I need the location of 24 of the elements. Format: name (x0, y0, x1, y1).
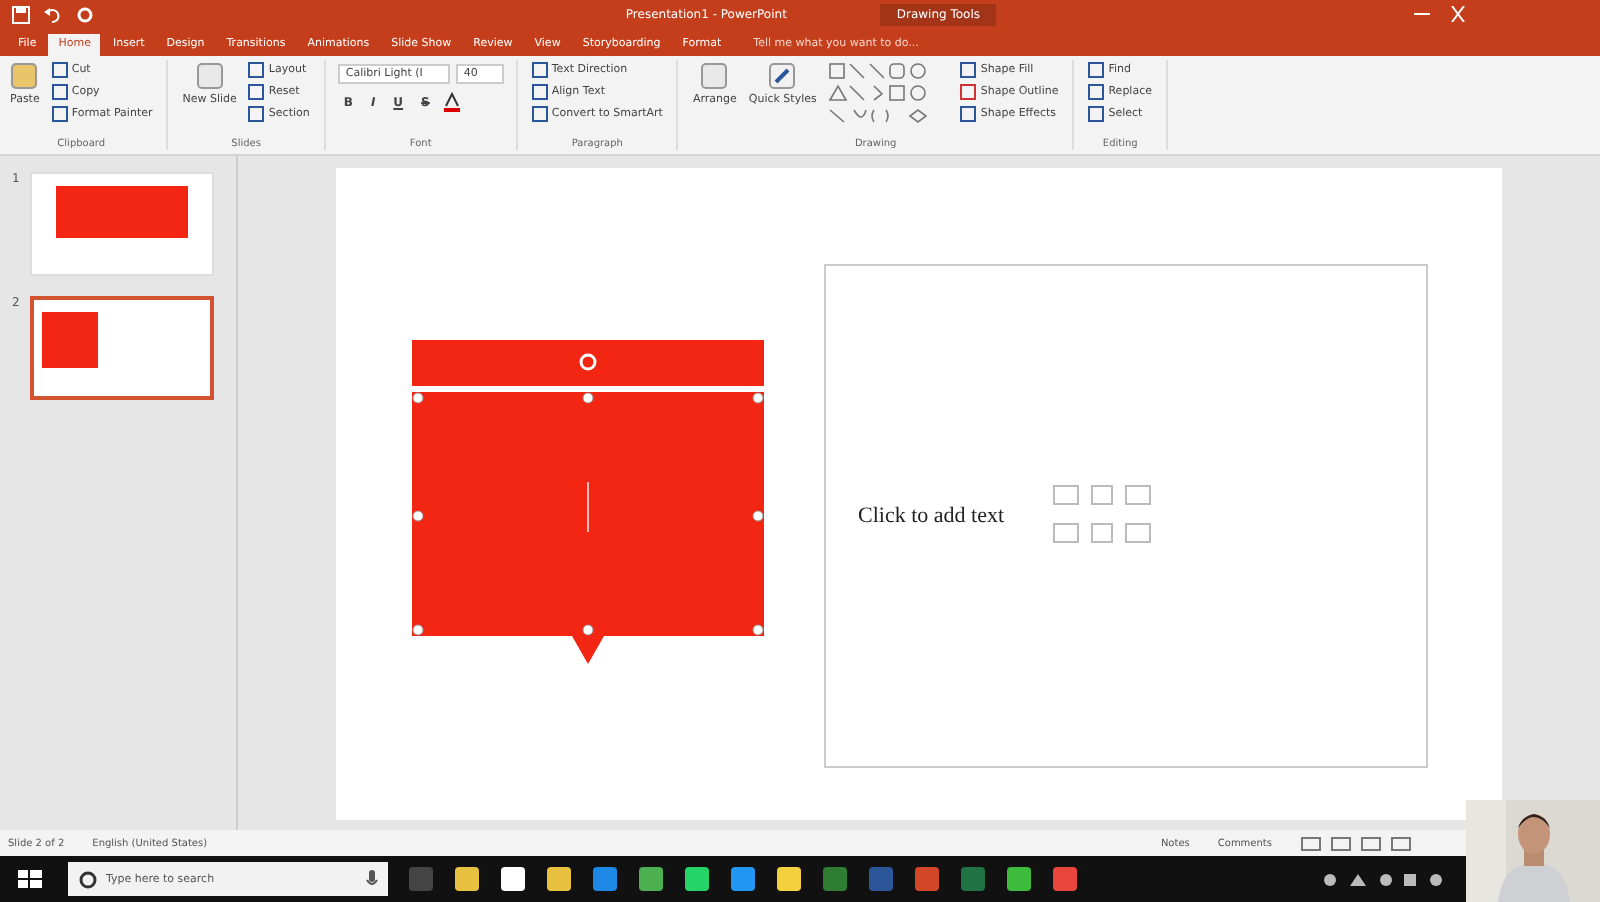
callout-header[interactable] (412, 339, 764, 385)
app-icon[interactable] (1006, 866, 1032, 892)
save-icon[interactable] (12, 5, 30, 23)
start-icon[interactable] (12, 865, 48, 893)
app-icon[interactable] (500, 866, 526, 892)
cortana-icon (78, 869, 98, 889)
slide-thumbnail[interactable] (30, 296, 214, 400)
close-icon[interactable] (1448, 6, 1468, 22)
ribbon-icon (768, 62, 797, 90)
ribbon-icon (10, 62, 39, 90)
placeholder-text: Click to add text (858, 503, 1005, 527)
font-color-icon[interactable] (441, 92, 462, 112)
rotate-handle-icon[interactable] (578, 352, 598, 372)
app-icon[interactable] (776, 866, 802, 892)
ribbon-icon (195, 62, 224, 90)
app-icon[interactable] (638, 866, 664, 892)
undo-icon[interactable] (44, 5, 62, 23)
microphone-icon (366, 869, 378, 889)
app-icon[interactable] (454, 866, 480, 892)
app-icon[interactable] (546, 866, 572, 892)
content-placeholder[interactable]: Click to add text (824, 263, 1428, 767)
app-icon[interactable] (684, 866, 710, 892)
app-icon[interactable] (730, 866, 756, 892)
ribbon-icon (700, 62, 729, 90)
